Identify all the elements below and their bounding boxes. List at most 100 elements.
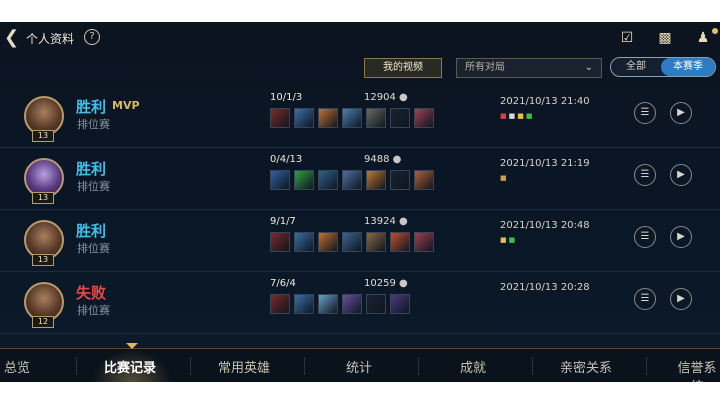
- hero-level-badge: 13: [32, 192, 54, 204]
- season-toggle: 全部 本赛季: [610, 57, 716, 77]
- replay-play-icon[interactable]: ▶: [670, 164, 692, 186]
- queue-type: 排位赛: [77, 304, 110, 317]
- match-row[interactable]: 13 胜利 排位赛 9/1/7 13924 ● 2021/10/13 20:48 ■■ ☰ ▶: [0, 210, 720, 272]
- achievement-mark-icon: ■: [508, 236, 518, 244]
- details-list-icon[interactable]: ☰: [634, 102, 656, 124]
- details-list-icon[interactable]: ☰: [634, 288, 656, 310]
- match-result: 胜利: [76, 222, 107, 240]
- achievement-marks: ■: [500, 174, 509, 182]
- gold-value: 10259: [364, 278, 396, 289]
- tab-match-history[interactable]: 比赛记录: [104, 357, 156, 376]
- item-icon[interactable]: [342, 170, 362, 190]
- item-icon[interactable]: [270, 170, 290, 190]
- achievement-mark-icon: ■: [500, 236, 509, 244]
- replay-play-icon[interactable]: ▶: [670, 102, 692, 124]
- achievement-mark-icon: ■: [525, 112, 535, 120]
- achievement-mark-icon: ■: [500, 112, 509, 120]
- notification-dot: [712, 28, 718, 34]
- mode-select-value: 所有对局: [465, 62, 505, 73]
- item-icon[interactable]: [366, 294, 386, 314]
- item-icon[interactable]: [294, 170, 314, 190]
- my-videos-button[interactable]: 我的视频: [364, 58, 442, 78]
- tab-relationships[interactable]: 亲密关系: [560, 357, 612, 376]
- item-icon[interactable]: [414, 170, 434, 190]
- tab-divider: [76, 357, 77, 375]
- item-icon[interactable]: [366, 170, 386, 190]
- achievement-mark-icon: ■: [500, 174, 509, 182]
- item-icon[interactable]: [318, 232, 338, 252]
- achievement-mark-icon: ■: [517, 112, 526, 120]
- item-icon[interactable]: [270, 294, 290, 314]
- season-current-option[interactable]: 本赛季: [661, 58, 715, 76]
- item-icon[interactable]: [366, 232, 386, 252]
- tab-divider: [190, 357, 191, 375]
- item-icon[interactable]: [414, 108, 434, 128]
- item-icon[interactable]: [390, 294, 410, 314]
- achievement-marks: ■■: [500, 236, 517, 244]
- row-divider: [0, 333, 720, 334]
- tab-reputation[interactable]: 信誉系统: [674, 357, 720, 382]
- queue-type: 排位赛: [77, 180, 110, 193]
- gold-amount: 9488 ●: [364, 154, 401, 165]
- coin-icon: ●: [392, 154, 402, 165]
- back-chevron-icon[interactable]: ❮: [4, 28, 24, 48]
- tab-statistics[interactable]: 统计: [346, 357, 372, 376]
- mode-select[interactable]: 所有对局 ⌄: [456, 58, 602, 78]
- gold-amount: 12904 ●: [364, 92, 408, 103]
- match-row[interactable]: 13 胜利 MVP 排位赛 10/1/3 12904 ● 2021/10/13 21:40 ■…: [0, 86, 720, 148]
- app-window: ❮ 个人资料 ? ☑ ▩ ♟ 我的视频 所有对局 ⌄ 全部 本赛季 13 胜利 MV…: [0, 22, 720, 382]
- clipboard-icon[interactable]: ☑: [618, 30, 636, 46]
- item-icon[interactable]: [342, 294, 362, 314]
- top-bar: ❮ 个人资料 ? ☑ ▩ ♟: [0, 22, 720, 56]
- hero-level-badge: 12: [32, 316, 54, 328]
- chat-icon[interactable]: ▩: [656, 30, 674, 46]
- item-icon[interactable]: [390, 108, 410, 128]
- match-result: 胜利: [76, 160, 107, 178]
- tab-achievements[interactable]: 成就: [460, 357, 486, 376]
- match-row[interactable]: 12 失败 排位赛 7/6/4 10259 ● 2021/10/13 20:28 ☰ ▶: [0, 272, 720, 334]
- item-icon[interactable]: [342, 108, 362, 128]
- tab-divider: [304, 357, 305, 375]
- help-icon[interactable]: ?: [84, 29, 100, 45]
- item-icon[interactable]: [414, 232, 434, 252]
- item-icon[interactable]: [294, 232, 314, 252]
- details-list-icon[interactable]: ☰: [634, 164, 656, 186]
- gold-value: 13924: [364, 216, 396, 227]
- hero-level-badge: 13: [32, 130, 54, 142]
- achievement-mark-icon: ■: [508, 112, 518, 120]
- chevron-down-icon: ⌄: [584, 62, 593, 73]
- item-icon[interactable]: [318, 294, 338, 314]
- replay-play-icon[interactable]: ▶: [670, 288, 692, 310]
- tab-common-heroes[interactable]: 常用英雄: [218, 357, 270, 376]
- friends-icon[interactable]: ♟: [694, 30, 712, 46]
- item-icon[interactable]: [270, 232, 290, 252]
- item-icon[interactable]: [294, 294, 314, 314]
- tab-divider: [646, 357, 647, 375]
- season-all-option[interactable]: 全部: [611, 58, 661, 76]
- gold-value: 9488: [364, 154, 390, 165]
- replay-play-icon[interactable]: ▶: [670, 226, 692, 248]
- item-icon[interactable]: [318, 170, 338, 190]
- item-icon[interactable]: [294, 108, 314, 128]
- match-time: 2021/10/13 20:28: [500, 282, 590, 293]
- item-icon[interactable]: [390, 232, 410, 252]
- kda-stat: 0/4/13: [270, 154, 303, 165]
- match-time: 2021/10/13 21:19: [500, 158, 590, 169]
- item-icon[interactable]: [270, 108, 290, 128]
- page-title: 个人资料: [26, 32, 75, 46]
- tab-divider: [418, 357, 419, 375]
- coin-icon: ●: [399, 216, 408, 227]
- details-list-icon[interactable]: ☰: [634, 226, 656, 248]
- queue-type: 排位赛: [77, 118, 110, 131]
- item-icon[interactable]: [318, 108, 338, 128]
- match-time: 2021/10/13 20:48: [500, 220, 590, 231]
- coin-icon: ●: [399, 92, 408, 103]
- match-result: 胜利: [76, 98, 107, 116]
- tab-divider: [532, 357, 533, 375]
- item-icon[interactable]: [366, 108, 386, 128]
- match-row[interactable]: 13 胜利排位赛 0/4/13 9488 ● 2021/10/13 21:19 ■ ☰ ▶: [0, 148, 720, 210]
- tab-overview[interactable]: 总览: [4, 357, 30, 376]
- kda-stat: 7/6/4: [270, 278, 296, 289]
- item-icon[interactable]: [342, 232, 362, 252]
- item-icon[interactable]: [390, 170, 410, 190]
